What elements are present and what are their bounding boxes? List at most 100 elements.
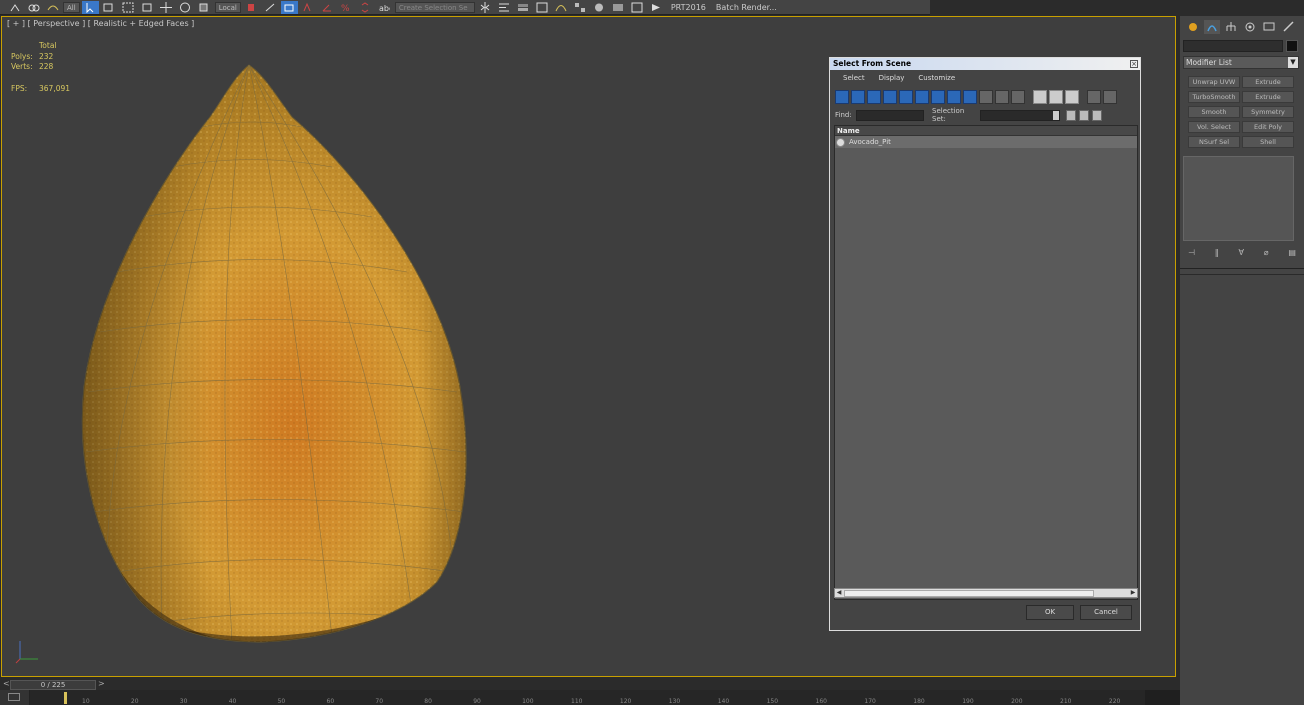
selection-filter-dropdown[interactable]: All [63,1,80,13]
menu-select[interactable]: Select [843,74,865,82]
configure-modifier-sets-icon[interactable]: ▤ [1288,248,1296,257]
modifier-button[interactable]: Extrude [1242,76,1294,88]
modifier-button[interactable]: NSurf Sel [1188,136,1240,148]
display-space-warps-icon[interactable] [915,90,929,104]
mirror-icon[interactable] [477,1,494,14]
object-color-swatch[interactable] [1286,40,1298,52]
object-name-field[interactable] [1183,40,1283,52]
remove-modifier-icon[interactable]: ⌀ [1264,248,1269,257]
scroll-right-icon[interactable]: ▶ [1129,589,1137,597]
select-all-icon[interactable] [1066,109,1076,121]
angle-snap-icon[interactable] [319,1,336,14]
select-invert-icon[interactable] [1092,109,1102,121]
modifier-list-dropdown[interactable]: Modifier List ▼ [1183,56,1299,69]
display-hidden-icon[interactable] [1011,90,1025,104]
hierarchy-tab-icon[interactable] [1223,20,1239,34]
modifier-stack-list[interactable] [1183,156,1294,241]
time-slider-thumb[interactable]: 0 / 225 [10,680,96,690]
pin-stack-icon[interactable]: ⊣ [1188,248,1195,257]
edit-named-selection-icon[interactable]: abc [376,1,393,14]
render-production-icon[interactable] [648,1,665,14]
scene-object-list[interactable]: Name Avocado_Pit [834,125,1138,600]
rectangular-selection-icon[interactable] [120,1,137,14]
display-none-icon[interactable] [1049,90,1063,104]
modifier-button[interactable]: Vol. Select [1188,121,1240,133]
dialog-title[interactable]: Select From Scene [830,58,1140,70]
selection-set-dropdown[interactable] [980,109,1060,121]
open-mini-curve-editor-button[interactable] [0,690,30,705]
window-crossing-icon[interactable] [139,1,156,14]
menu-customize[interactable]: Customize [918,74,955,82]
select-none-icon[interactable] [1079,109,1089,121]
align-icon[interactable] [496,1,513,14]
percent-snap-icon[interactable]: % [338,1,355,14]
column-header-name[interactable]: Name [835,126,1137,136]
track-bar[interactable]: 10 20 30 40 50 60 70 80 90 100 110 120 130 140 150 160 1… [0,690,1304,705]
scene-explorer-icon[interactable] [534,1,551,14]
spinner-snap-icon[interactable] [357,1,374,14]
make-unique-icon[interactable]: ∀ [1239,248,1244,257]
bind-space-warp-icon[interactable] [44,1,61,14]
filter-options-icon[interactable] [1103,90,1117,104]
rendered-frame-icon[interactable] [629,1,646,14]
find-input[interactable] [856,109,924,121]
modifier-button[interactable]: Smooth [1188,106,1240,118]
select-manipulate-icon[interactable] [262,1,279,14]
select-rotate-icon[interactable] [177,1,194,14]
batch-render-label[interactable]: Batch Render... [716,3,777,12]
time-slider-prev-icon[interactable]: < [3,679,10,688]
pivot-center-icon[interactable] [243,1,260,14]
reference-coordinate-dropdown[interactable]: Local [214,1,241,13]
keyboard-shortcut-icon[interactable] [280,0,298,14]
display-tab-icon[interactable] [1261,20,1277,34]
display-shapes-icon[interactable] [851,90,865,104]
display-bones-icon[interactable] [963,90,977,104]
display-cameras-icon[interactable] [883,90,897,104]
modify-tab-icon[interactable] [1204,20,1220,34]
curve-editor-icon[interactable] [553,1,570,14]
list-item[interactable]: Avocado_Pit [835,136,1137,148]
track-bar-ruler[interactable]: 10 20 30 40 50 60 70 80 90 100 110 120 130 140 150 160 1… [30,690,1145,705]
display-helpers-icon[interactable] [899,90,913,104]
snaps-toggle-icon[interactable] [300,1,317,14]
close-icon[interactable]: × [1130,60,1138,68]
cancel-button[interactable]: Cancel [1080,605,1132,620]
filter-icon[interactable] [1087,90,1101,104]
unlink-icon[interactable] [25,1,42,14]
render-setup-icon[interactable] [610,1,627,14]
display-geometry-icon[interactable] [835,90,849,104]
schematic-view-icon[interactable] [572,1,589,14]
layer-manager-icon[interactable] [515,1,532,14]
scrollbar-thumb[interactable] [844,590,1094,597]
select-move-icon[interactable] [158,1,175,14]
horizontal-scrollbar[interactable]: ◀ ▶ [834,588,1138,598]
time-slider-next-icon[interactable]: > [98,679,105,688]
display-frozen-icon[interactable] [995,90,1009,104]
create-tab-icon[interactable] [1185,20,1201,34]
modifier-button[interactable]: Symmetry [1242,106,1294,118]
display-xrefs-icon[interactable] [947,90,961,104]
named-selection-dropdown[interactable]: Create Selection Se [394,1,475,13]
viewport-label[interactable]: [ + ] [ Perspective ] [ Realistic + Edge… [7,19,194,28]
modifier-button[interactable]: Unwrap UVW [1188,76,1240,88]
utilities-tab-icon[interactable] [1280,20,1296,34]
time-slider[interactable]: < 0 / 225 > [0,679,1176,690]
select-by-name-icon[interactable] [101,1,118,14]
display-groups-icon[interactable] [931,90,945,104]
motion-tab-icon[interactable] [1242,20,1258,34]
select-object-icon[interactable] [81,0,99,14]
display-lights-icon[interactable] [867,90,881,104]
modifier-button[interactable]: Extrude [1242,91,1294,103]
select-scale-icon[interactable] [196,1,213,14]
select-and-link-icon[interactable] [6,1,23,14]
material-editor-icon[interactable] [591,1,608,14]
show-end-result-icon[interactable]: ‖ [1215,248,1219,257]
display-all-icon[interactable] [1033,90,1047,104]
invert-display-icon[interactable] [1065,90,1079,104]
menu-display[interactable]: Display [879,74,905,82]
modifier-button[interactable]: Shell [1242,136,1294,148]
modifier-button[interactable]: TurboSmooth [1188,91,1240,103]
prt-label[interactable]: PRT2016 [671,3,706,12]
display-containers-icon[interactable] [979,90,993,104]
ok-button[interactable]: OK [1026,605,1074,620]
